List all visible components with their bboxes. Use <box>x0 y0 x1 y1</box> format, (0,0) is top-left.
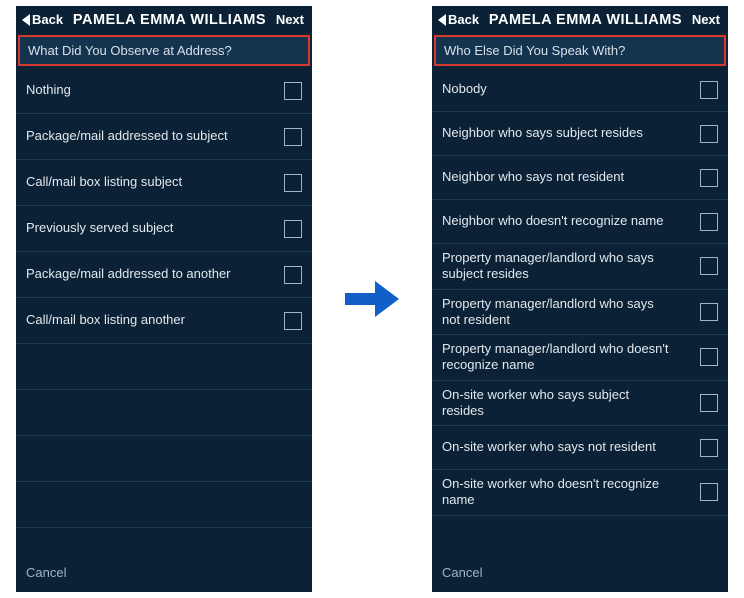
list-item[interactable]: Previously served subject <box>16 206 312 252</box>
list-item[interactable]: On-site worker who doesn't recognize nam… <box>432 470 728 516</box>
back-button[interactable]: Back <box>436 10 481 29</box>
list-item-label: Call/mail box listing subject <box>26 168 182 196</box>
back-icon <box>438 14 446 26</box>
checkbox-icon[interactable] <box>700 257 718 275</box>
transition-arrow <box>340 285 404 313</box>
list-item[interactable]: Package/mail addressed to subject <box>16 114 312 160</box>
checkbox-icon[interactable] <box>700 483 718 501</box>
list-item[interactable]: Call/mail box listing subject <box>16 160 312 206</box>
empty-row <box>16 344 312 390</box>
back-button[interactable]: Back <box>20 10 65 29</box>
checkbox-icon[interactable] <box>700 348 718 366</box>
list-item-label: Property manager/landlord who says subje… <box>442 244 672 289</box>
back-label: Back <box>32 12 63 27</box>
list-item[interactable]: On-site worker who says subject resides <box>432 381 728 427</box>
list-item[interactable]: Nothing <box>16 68 312 114</box>
list-item[interactable]: Neighbor who doesn't recognize name <box>432 200 728 244</box>
empty-row <box>16 482 312 528</box>
checkbox-icon[interactable] <box>284 312 302 330</box>
next-button[interactable]: Next <box>274 10 306 29</box>
checkbox-icon[interactable] <box>284 82 302 100</box>
list-item-label: Call/mail box listing another <box>26 306 185 334</box>
empty-row <box>16 436 312 482</box>
checkbox-icon[interactable] <box>284 174 302 192</box>
options-list-speakwith: Nobody Neighbor who says subject resides… <box>432 68 728 555</box>
list-item[interactable]: Package/mail addressed to another <box>16 252 312 298</box>
checkbox-icon[interactable] <box>284 266 302 284</box>
next-button[interactable]: Next <box>690 10 722 29</box>
checkbox-icon[interactable] <box>700 303 718 321</box>
list-item-label: Property manager/landlord who doesn't re… <box>442 335 672 380</box>
checkbox-icon[interactable] <box>700 213 718 231</box>
checkbox-icon[interactable] <box>700 439 718 457</box>
list-item-label: Package/mail addressed to subject <box>26 122 228 150</box>
list-item-label: Nobody <box>442 75 487 103</box>
checkbox-icon[interactable] <box>700 125 718 143</box>
section-header: What Did You Observe at Address? <box>18 35 310 66</box>
back-label: Back <box>448 12 479 27</box>
back-icon <box>22 14 30 26</box>
top-bar: Back PAMELA EMMA WILLIAMS Next <box>16 6 312 33</box>
screen-observe: Back PAMELA EMMA WILLIAMS Next What Did … <box>16 6 312 592</box>
empty-row <box>16 390 312 436</box>
list-item[interactable]: Nobody <box>432 68 728 112</box>
cancel-button[interactable]: Cancel <box>16 555 312 592</box>
list-item-label: Package/mail addressed to another <box>26 260 231 288</box>
top-bar: Back PAMELA EMMA WILLIAMS Next <box>432 6 728 33</box>
list-item-label: Nothing <box>26 76 71 104</box>
checkbox-icon[interactable] <box>284 220 302 238</box>
list-item[interactable]: Neighbor who says subject resides <box>432 112 728 156</box>
list-item[interactable]: Property manager/landlord who doesn't re… <box>432 335 728 381</box>
list-item[interactable]: Neighbor who says not resident <box>432 156 728 200</box>
list-item-label: On-site worker who doesn't recognize nam… <box>442 470 672 515</box>
list-item-label: On-site worker who says subject resides <box>442 381 672 426</box>
list-item-label: Previously served subject <box>26 214 173 242</box>
list-item-label: On-site worker who says not resident <box>442 433 656 461</box>
cancel-button[interactable]: Cancel <box>432 555 728 592</box>
list-item[interactable]: Property manager/landlord who says subje… <box>432 244 728 290</box>
section-header: Who Else Did You Speak With? <box>434 35 726 66</box>
arrow-right-icon <box>345 285 399 313</box>
checkbox-icon[interactable] <box>284 128 302 146</box>
list-item-label: Neighbor who doesn't recognize name <box>442 207 663 235</box>
list-item-label: Neighbor who says not resident <box>442 163 624 191</box>
page-title: PAMELA EMMA WILLIAMS <box>481 12 690 28</box>
screen-speakwith: Back PAMELA EMMA WILLIAMS Next Who Else … <box>432 6 728 592</box>
list-item[interactable]: On-site worker who says not resident <box>432 426 728 470</box>
list-item[interactable]: Property manager/landlord who says not r… <box>432 290 728 336</box>
list-item-label: Property manager/landlord who says not r… <box>442 290 672 335</box>
options-list-observe: Nothing Package/mail addressed to subjec… <box>16 68 312 555</box>
list-item[interactable]: Call/mail box listing another <box>16 298 312 344</box>
checkbox-icon[interactable] <box>700 169 718 187</box>
checkbox-icon[interactable] <box>700 81 718 99</box>
list-item-label: Neighbor who says subject resides <box>442 119 643 147</box>
checkbox-icon[interactable] <box>700 394 718 412</box>
page-title: PAMELA EMMA WILLIAMS <box>65 12 274 28</box>
